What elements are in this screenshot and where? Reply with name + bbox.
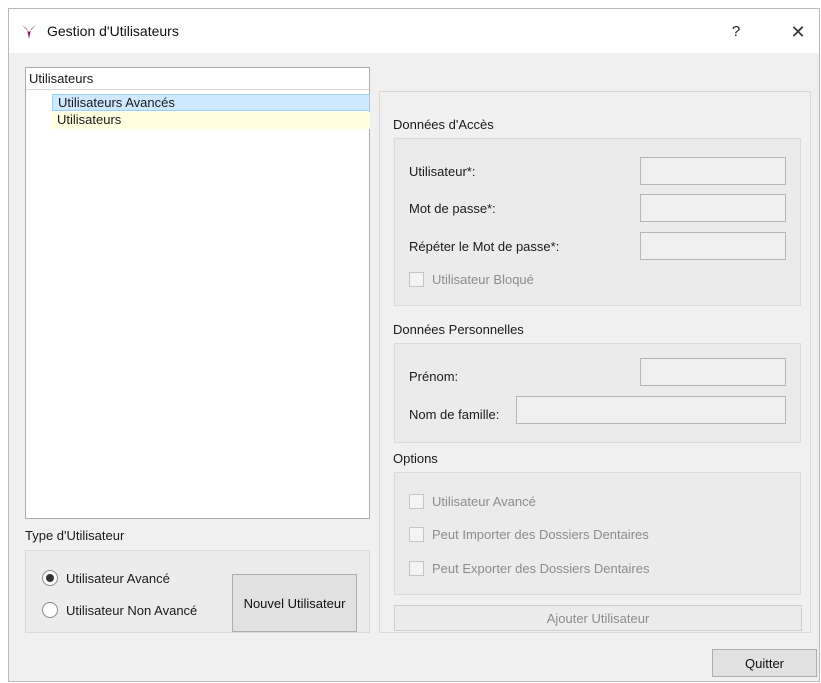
personal-group: Prénom: Nom de famille: — [394, 343, 801, 443]
blocked-user-checkbox[interactable] — [409, 272, 424, 287]
advanced-user-option-label: Utilisateur Avancé — [432, 494, 536, 509]
radio-non-advanced-user[interactable] — [42, 602, 58, 618]
options-group: Utilisateur Avancé Peut Importer des Dos… — [394, 472, 801, 595]
repeat-password-input[interactable] — [640, 232, 786, 260]
users-tree[interactable]: Utilisateurs Utilisateurs Avancés Utilis… — [25, 67, 370, 519]
blocked-user-label: Utilisateur Bloqué — [432, 272, 534, 287]
blocked-user-row[interactable]: Utilisateur Bloqué — [409, 272, 534, 287]
radio-advanced-user-row[interactable]: Utilisateur Avancé — [42, 570, 170, 586]
options-title: Options — [393, 451, 438, 466]
advanced-user-checkbox[interactable] — [409, 494, 424, 509]
import-records-label: Peut Importer des Dossiers Dentaires — [432, 527, 649, 542]
access-title: Données d'Accès — [393, 117, 494, 132]
import-records-row[interactable]: Peut Importer des Dossiers Dentaires — [409, 527, 649, 542]
tree-header[interactable]: Utilisateurs — [26, 68, 369, 90]
radio-dot-icon — [46, 574, 54, 582]
export-records-label: Peut Exporter des Dossiers Dentaires — [432, 561, 650, 576]
tree-item-users[interactable]: Utilisateurs — [52, 112, 370, 129]
radio-advanced-user-label: Utilisateur Avancé — [66, 570, 170, 586]
user-type-title: Type d'Utilisateur — [25, 528, 125, 543]
last-name-label: Nom de famille: — [409, 407, 500, 422]
username-label: Utilisateur*: — [409, 164, 476, 179]
radio-non-advanced-user-label: Utilisateur Non Avancé — [66, 602, 198, 618]
window-title: Gestion d'Utilisateurs — [47, 23, 179, 39]
add-user-button[interactable]: Ajouter Utilisateur — [394, 605, 802, 631]
personal-title: Données Personnelles — [393, 322, 524, 337]
user-type-group: Utilisateur Avancé Utilisateur Non Avanc… — [25, 550, 370, 633]
repeat-password-label: Répéter le Mot de passe*: — [409, 239, 560, 254]
advanced-user-option-row[interactable]: Utilisateur Avancé — [409, 494, 536, 509]
first-name-label: Prénom: — [409, 369, 459, 384]
quit-button[interactable]: Quitter — [712, 649, 817, 677]
radio-advanced-user[interactable] — [42, 570, 58, 586]
close-button[interactable]: ✕ — [783, 19, 813, 45]
title-bar: Gestion d'Utilisateurs ? ✕ — [9, 9, 819, 53]
export-records-checkbox[interactable] — [409, 561, 424, 576]
access-group: Utilisateur*: Mot de passe*: Répéter le … — [394, 138, 801, 306]
app-logo-icon — [22, 25, 36, 39]
import-records-checkbox[interactable] — [409, 527, 424, 542]
tree-item-advanced-users[interactable]: Utilisateurs Avancés — [52, 94, 370, 111]
last-name-input[interactable] — [516, 396, 786, 424]
username-input[interactable] — [640, 157, 786, 185]
user-details-panel: Données d'Accès Utilisateur*: Mot de pas… — [379, 91, 811, 633]
user-management-window: Gestion d'Utilisateurs ? ✕ Utilisateurs … — [8, 8, 820, 682]
first-name-input[interactable] — [640, 358, 786, 386]
password-label: Mot de passe*: — [409, 201, 496, 216]
export-records-row[interactable]: Peut Exporter des Dossiers Dentaires — [409, 561, 649, 576]
help-button[interactable]: ? — [721, 19, 751, 45]
radio-non-advanced-user-row[interactable]: Utilisateur Non Avancé — [42, 602, 197, 618]
password-input[interactable] — [640, 194, 786, 222]
new-user-button[interactable]: Nouvel Utilisateur — [232, 574, 357, 632]
